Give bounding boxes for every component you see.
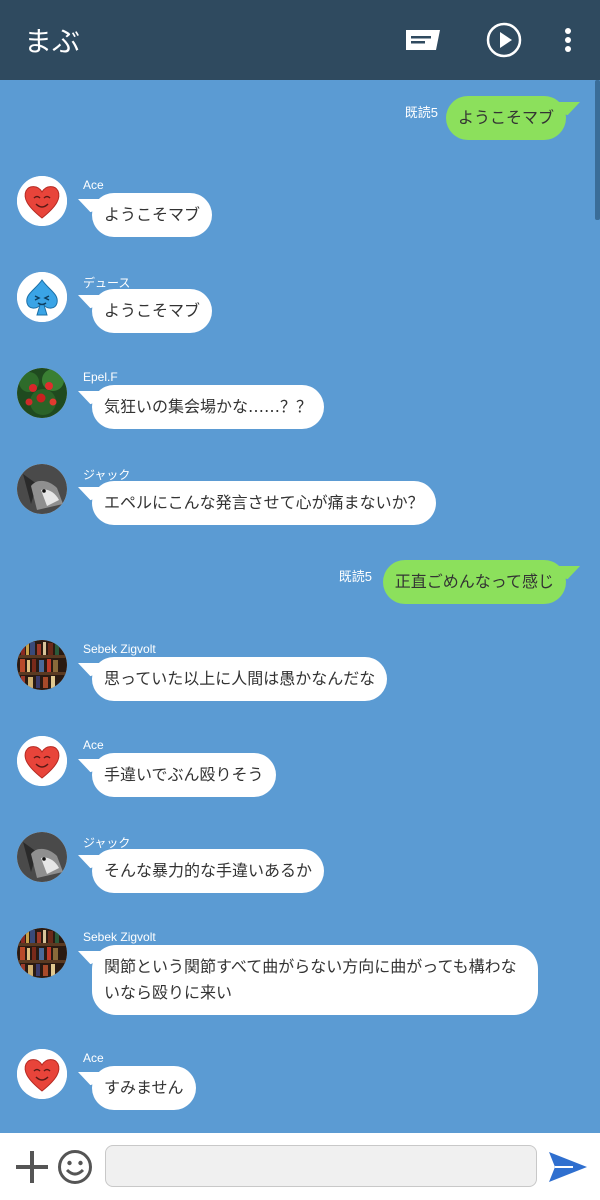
sender-name: Sebek Zigvolt (83, 930, 156, 944)
read-receipt: 既読5 (338, 569, 372, 584)
plus-icon[interactable] (14, 1149, 50, 1185)
message-bubble[interactable]: ようこそマブ (92, 193, 213, 237)
emoji-icon[interactable] (57, 1149, 93, 1185)
message-bubble[interactable]: 手違いでぶん殴りそう (92, 753, 276, 797)
message-list[interactable]: 既読5 ようこそマブ Ace ようこそマブ デュース ようこそマブ Epel.F… (0, 80, 600, 1133)
bookshelf-avatar[interactable] (17, 640, 67, 690)
message-bubble[interactable]: 正直ごめんなって感じ (382, 560, 566, 604)
spade-avatar[interactable] (17, 272, 67, 322)
sender-name: Ace (83, 738, 104, 752)
read-receipt: 既読5 (404, 105, 438, 120)
heart-avatar[interactable] (17, 736, 67, 786)
play-icon[interactable] (484, 22, 524, 58)
message-input[interactable] (105, 1145, 537, 1187)
chat-title: まぶ (24, 25, 81, 58)
scrollbar[interactable] (595, 80, 600, 220)
message-bubble[interactable]: ようこそマブ (445, 96, 566, 140)
apple-tree-avatar[interactable] (17, 368, 67, 418)
message-bubble[interactable]: すみません (92, 1066, 196, 1110)
send-icon[interactable] (547, 1149, 589, 1185)
message-bubble[interactable]: 思っていた以上に人間は愚かなんだな (92, 657, 388, 701)
chat-header: まぶ (0, 0, 600, 80)
message-bubble[interactable]: エペルにこんな発言させて心が痛まないか？ (92, 481, 436, 525)
message-bubble[interactable]: そんな暴力的な手違いあるか (92, 849, 325, 893)
more-vertical-icon[interactable] (554, 22, 582, 58)
sender-name: Epel.F (83, 370, 118, 384)
memo-icon[interactable] (402, 22, 444, 58)
sender-name: Ace (83, 178, 104, 192)
sender-name: Ace (83, 1051, 104, 1065)
message-bubble[interactable]: ようこそマブ (92, 289, 213, 333)
heart-avatar[interactable] (17, 176, 67, 226)
heart-avatar[interactable] (17, 1049, 67, 1099)
message-bubble[interactable]: 気狂いの集会場かな……？？ (92, 385, 325, 429)
sender-name: Sebek Zigvolt (83, 642, 156, 656)
bookshelf-avatar[interactable] (17, 928, 67, 978)
wolf-avatar[interactable] (17, 464, 67, 514)
message-bubble[interactable]: 関節という関節すべて曲がらない方向に曲がっても構わないなら殴りに来い (92, 945, 538, 1015)
composer-bar (0, 1133, 600, 1200)
wolf-avatar[interactable] (17, 832, 67, 882)
